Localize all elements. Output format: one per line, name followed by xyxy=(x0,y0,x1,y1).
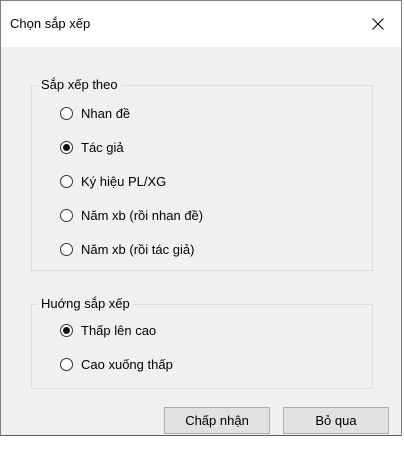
close-button[interactable] xyxy=(355,1,401,47)
sort-direction-group: Huớng sắp xếp Thấp lên cao Cao xuống thấ… xyxy=(31,296,373,389)
radio-label: Cao xuống thấp xyxy=(81,356,173,372)
close-icon xyxy=(372,18,384,30)
radio-sort-classification[interactable]: Ký hiệu PL/XG xyxy=(60,172,166,190)
sort-direction-group-label: Huớng sắp xếp xyxy=(38,296,133,311)
radio-button[interactable] xyxy=(60,208,73,222)
radio-sort-author[interactable]: Tác giả xyxy=(60,138,124,156)
radio-button[interactable] xyxy=(60,106,73,120)
radio-descending[interactable]: Cao xuống thấp xyxy=(60,355,173,373)
radio-button[interactable] xyxy=(60,323,73,337)
radio-label: Nhan đề xyxy=(81,105,131,121)
radio-label: Thấp lên cao xyxy=(81,322,157,338)
sort-by-group: Sắp xếp theo Nhan đề Tác giả Ký hiệu PL/… xyxy=(31,77,373,271)
dialog-title: Chọn sắp xếp xyxy=(10,16,91,31)
radio-sort-year-author[interactable]: Năm xb (rồi tác giả) xyxy=(60,240,194,258)
radio-sort-year-title[interactable]: Năm xb (rồi nhan đề) xyxy=(60,206,203,224)
radio-label: Năm xb (rồi nhan đề) xyxy=(81,207,204,223)
radio-button[interactable] xyxy=(60,174,73,188)
radio-sort-title[interactable]: Nhan đề xyxy=(60,104,130,122)
radio-label: Ký hiệu PL/XG xyxy=(81,173,167,189)
cancel-button[interactable]: Bỏ qua xyxy=(283,407,389,434)
radio-label: Năm xb (rồi tác giả) xyxy=(81,241,195,257)
sort-dialog: Chọn sắp xếp Sắp xếp theo Nhan đề Tác gi… xyxy=(0,0,402,436)
radio-button[interactable] xyxy=(60,140,73,154)
radio-button[interactable] xyxy=(60,357,73,371)
ok-button[interactable]: Chấp nhận xyxy=(164,407,270,434)
sort-by-group-label: Sắp xếp theo xyxy=(38,77,121,92)
radio-button[interactable] xyxy=(60,242,73,256)
radio-ascending[interactable]: Thấp lên cao xyxy=(60,321,156,339)
radio-label: Tác giả xyxy=(81,139,124,155)
title-bar: Chọn sắp xếp xyxy=(1,1,401,47)
